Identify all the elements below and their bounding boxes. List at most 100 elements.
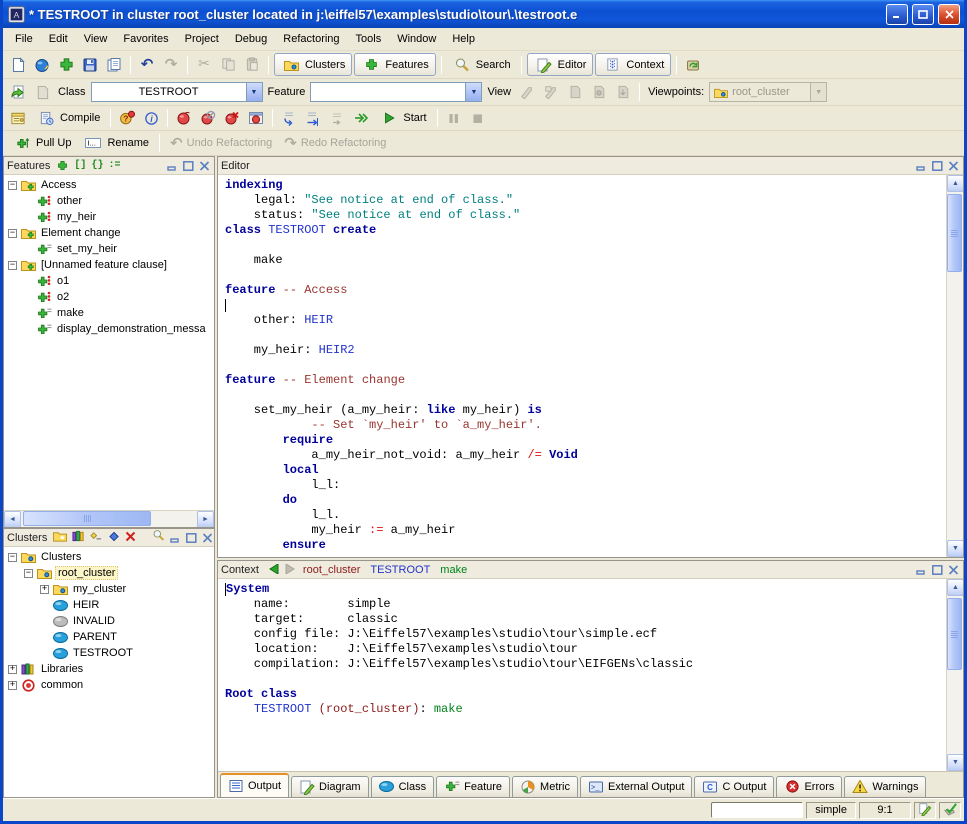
expand-toggle-icon[interactable]: + <box>8 665 17 674</box>
assign-icon[interactable]: := <box>108 160 120 171</box>
tab-feature[interactable]: Feature <box>436 776 510 797</box>
menu-window[interactable]: Window <box>389 30 444 48</box>
tree-item-parent[interactable]: PARENT <box>4 629 214 645</box>
scroll-down-icon[interactable]: ▼ <box>947 540 964 557</box>
tree-item-unnamed-feature-clause[interactable]: −[Unnamed feature clause] <box>4 257 214 273</box>
clusters-maximize-icon[interactable] <box>185 532 198 544</box>
expand-toggle-icon[interactable]: − <box>8 261 17 270</box>
class-combo-arrow-icon[interactable]: ▼ <box>246 83 262 101</box>
expand-toggle-icon[interactable]: − <box>8 229 17 238</box>
menu-tools[interactable]: Tools <box>348 30 390 48</box>
search-tool-button[interactable]: Search <box>447 54 516 76</box>
clusters-minimize-icon[interactable] <box>169 532 182 544</box>
tab-output[interactable]: Output <box>220 773 289 797</box>
find-icon[interactable] <box>152 529 165 547</box>
tree-item-heir[interactable]: HEIR <box>4 597 214 613</box>
expand-toggle-icon[interactable]: + <box>40 585 49 594</box>
tree-item-my-heir[interactable]: my_heir <box>4 209 214 225</box>
breadcrumb-feature[interactable]: make <box>440 564 467 576</box>
menu-file[interactable]: File <box>7 30 41 48</box>
profile-tool-icon[interactable] <box>682 54 704 76</box>
step-over-icon[interactable] <box>302 107 324 129</box>
context-output[interactable]: System name: simple target: classic conf… <box>218 579 946 771</box>
expand-toggle-icon[interactable]: + <box>8 681 17 690</box>
compile-help-icon[interactable]: ? <box>116 107 138 129</box>
new-library-icon[interactable] <box>72 529 85 547</box>
new-document-icon[interactable] <box>7 54 29 76</box>
editor-maximize-icon[interactable] <box>931 160 944 172</box>
tree-item-common[interactable]: +common <box>4 677 214 693</box>
scroll-up-icon[interactable]: ▲ <box>947 579 964 596</box>
context-close-icon[interactable] <box>947 564 960 576</box>
disable-breakpoints-icon[interactable] <box>197 107 219 129</box>
tree-item-libraries[interactable]: +Libraries <box>4 661 214 677</box>
tab-external-output[interactable]: >_External Output <box>580 776 692 797</box>
breakpoint-window-icon[interactable] <box>245 107 267 129</box>
undo-icon[interactable]: ↶ <box>136 54 158 76</box>
scroll-right-icon[interactable]: ► <box>197 511 214 528</box>
editor-vertical-scrollbar[interactable]: ▲ ▼ <box>946 175 963 557</box>
start-button[interactable]: Start <box>374 107 431 129</box>
expand-toggle-icon[interactable]: − <box>8 181 17 190</box>
class-combo[interactable]: TESTROOT ▼ <box>91 82 263 102</box>
validity-state-cell[interactable] <box>939 802 961 819</box>
add-item-icon[interactable] <box>108 529 120 547</box>
tab-errors[interactable]: Errors <box>776 776 842 797</box>
features-close-icon[interactable] <box>198 160 211 172</box>
features-tool-button[interactable]: Features <box>354 53 435 76</box>
rename-button[interactable]: I... Rename <box>78 132 154 154</box>
expand-toggle-icon[interactable]: − <box>24 569 33 578</box>
open-file-icon[interactable] <box>31 54 53 76</box>
feature-combo-arrow-icon[interactable]: ▼ <box>465 83 481 101</box>
tree-item-make[interactable]: make <box>4 305 214 321</box>
add-class-icon[interactable] <box>55 54 77 76</box>
menu-view[interactable]: View <box>76 30 116 48</box>
menu-refactoring[interactable]: Refactoring <box>275 30 347 48</box>
tree-item-other[interactable]: other <box>4 193 214 209</box>
clusters-close-icon[interactable] <box>201 532 214 544</box>
editor-tool-button[interactable]: Editor <box>527 53 594 76</box>
features-maximize-icon[interactable] <box>182 160 195 172</box>
tree-item-clusters[interactable]: −Clusters <box>4 549 214 565</box>
editor-close-icon[interactable] <box>947 160 960 172</box>
remove-item-icon[interactable] <box>90 529 103 547</box>
features-minimize-icon[interactable] <box>166 160 179 172</box>
step-into-icon[interactable] <box>278 107 300 129</box>
save-all-icon[interactable] <box>103 54 125 76</box>
save-icon[interactable] <box>79 54 101 76</box>
tree-item-element-change[interactable]: −Element change <box>4 225 214 241</box>
close-button[interactable] <box>938 4 960 25</box>
feature-combo[interactable]: ▼ <box>310 82 482 102</box>
tab-class[interactable]: Class <box>371 776 435 797</box>
enable-breakpoints-icon[interactable] <box>173 107 195 129</box>
tab-diagram[interactable]: Diagram <box>291 776 369 797</box>
tab-metric[interactable]: Metric <box>512 776 578 797</box>
scroll-up-icon[interactable]: ▲ <box>947 175 964 192</box>
context-minimize-icon[interactable] <box>915 564 928 576</box>
tree-item-root-cluster[interactable]: −root_cluster <box>4 565 214 581</box>
delete-icon[interactable] <box>125 529 136 547</box>
info-icon[interactable]: i <box>140 107 162 129</box>
tree-item-set-my-heir[interactable]: set_my_heir <box>4 241 214 257</box>
maximize-button[interactable] <box>912 4 934 25</box>
scroll-down-icon[interactable]: ▼ <box>947 754 964 771</box>
menu-debug[interactable]: Debug <box>227 30 275 48</box>
tree-item-testroot[interactable]: TESTROOT <box>4 645 214 661</box>
editor-minimize-icon[interactable] <box>915 160 928 172</box>
menu-help[interactable]: Help <box>444 30 483 48</box>
open-class-icon[interactable] <box>7 81 29 103</box>
context-maximize-icon[interactable] <box>931 564 944 576</box>
tree-item-my-cluster[interactable]: +my_cluster <box>4 581 214 597</box>
editable-state-cell[interactable] <box>914 802 936 819</box>
compile-button[interactable]: Compile <box>31 107 105 129</box>
tree-item-o1[interactable]: o1 <box>4 273 214 289</box>
features-horizontal-scrollbar[interactable]: ◄ ► <box>4 510 214 527</box>
menu-edit[interactable]: Edit <box>41 30 76 48</box>
new-cluster-icon[interactable] <box>53 529 67 547</box>
context-tool-button[interactable]: Context <box>595 53 671 76</box>
breadcrumb-class[interactable]: TESTROOT <box>370 564 430 576</box>
remove-breakpoints-icon[interactable] <box>221 107 243 129</box>
brackets-icon[interactable]: [] <box>74 160 86 171</box>
tree-item-o2[interactable]: o2 <box>4 289 214 305</box>
editor-code[interactable]: indexing legal: "See notice at end of cl… <box>218 175 946 557</box>
